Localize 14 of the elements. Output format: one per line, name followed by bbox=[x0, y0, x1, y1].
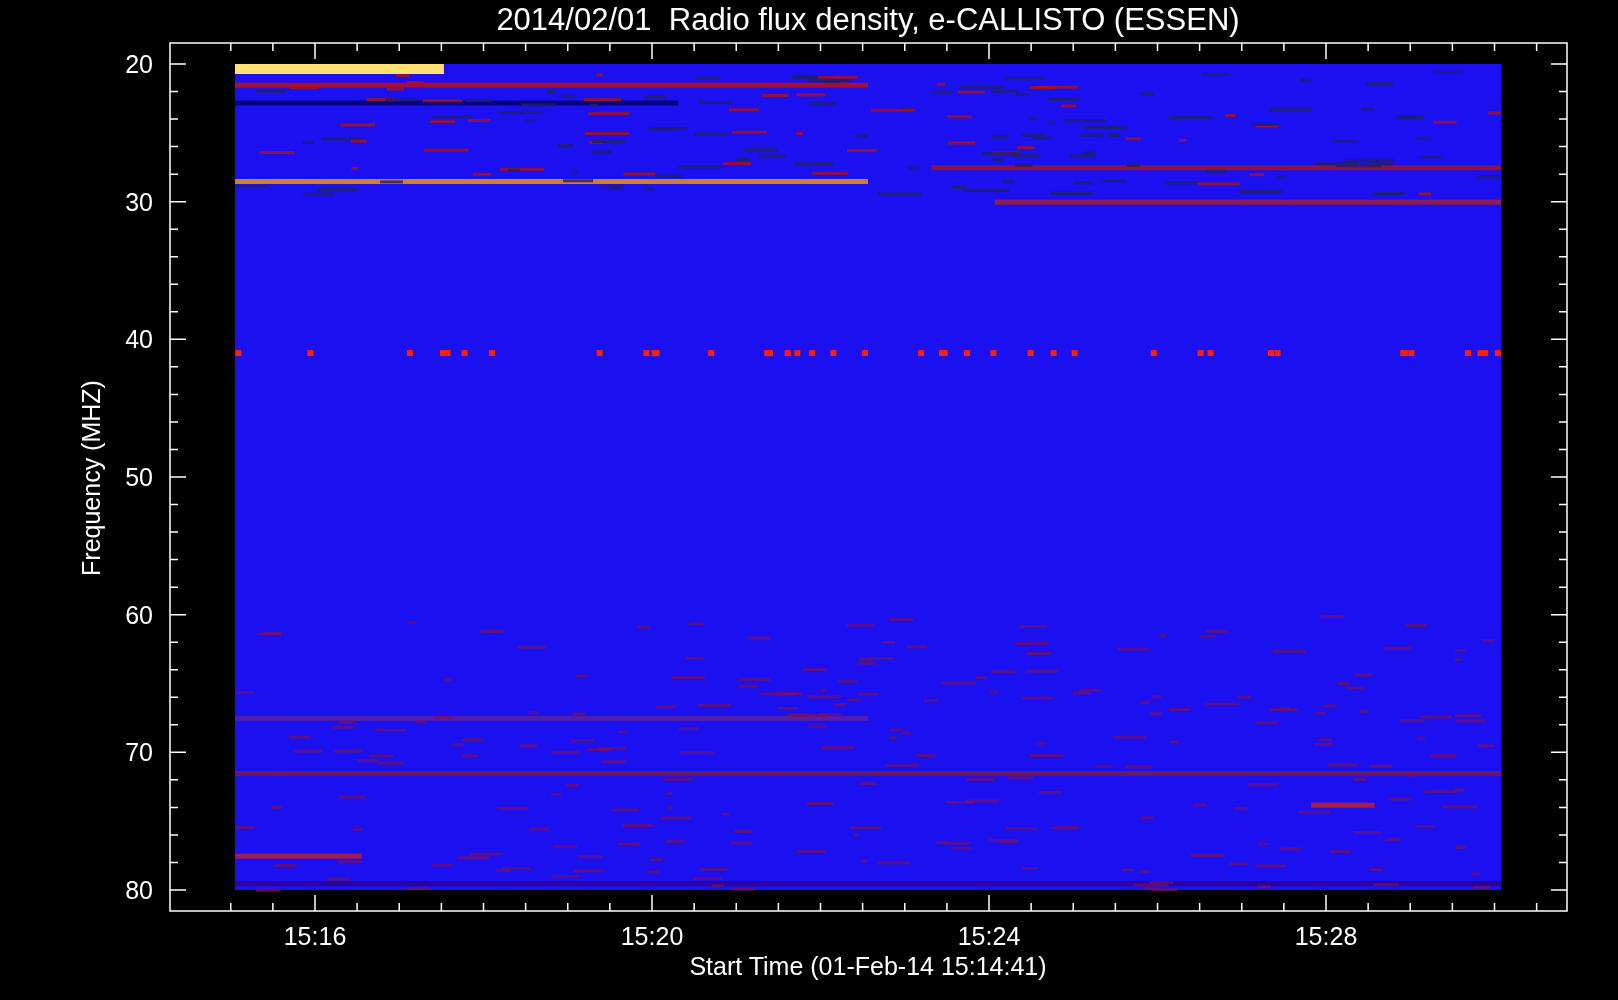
x-axis-label: Start Time (01-Feb-14 15:14:41) bbox=[689, 952, 1047, 980]
y-tick-label: 60 bbox=[125, 600, 153, 629]
y-tick-label: 40 bbox=[125, 325, 153, 354]
x-tick-label: 15:24 bbox=[957, 922, 1021, 950]
y-axis-label: Frequency (MHZ) bbox=[77, 380, 105, 576]
chart-title: 2014/02/01 Radio flux density, e-CALLISTO (ESSEN) bbox=[496, 2, 1240, 37]
y-tick-label: 80 bbox=[125, 876, 153, 904]
x-tick-label: 15:28 bbox=[1294, 922, 1358, 950]
y-tick-label: 70 bbox=[125, 738, 153, 767]
x-tick-label: 15:16 bbox=[283, 922, 347, 950]
x-tick-label: 15:20 bbox=[620, 922, 684, 950]
y-tick-label: 30 bbox=[125, 187, 153, 216]
y-tick-label: 50 bbox=[125, 463, 153, 491]
y-tick-label: 20 bbox=[125, 50, 153, 78]
